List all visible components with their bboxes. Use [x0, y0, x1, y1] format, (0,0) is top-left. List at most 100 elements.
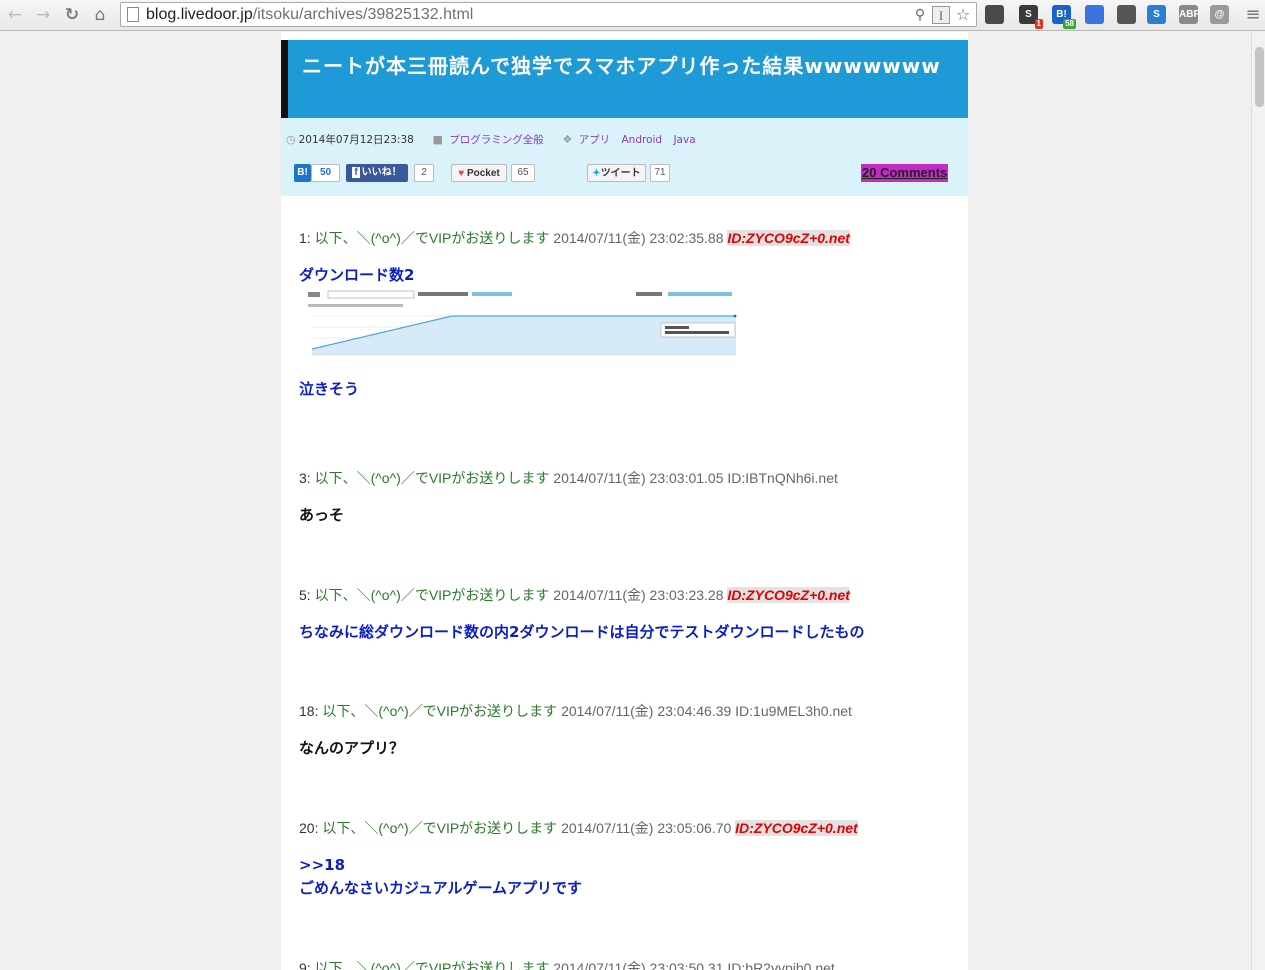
- post-timestamp: 2014/07/11(金) 23:05:06.70: [561, 820, 732, 836]
- reload-icon[interactable]: ↻: [61, 4, 83, 26]
- page-icon: [127, 7, 139, 22]
- back-arrow-icon[interactable]: ←: [4, 4, 26, 26]
- extension-label: ABP: [1179, 9, 1201, 20]
- poster-name: 以下、＼(^o^)／でVIPがお送りします: [314, 587, 550, 603]
- poster-name: 以下、＼(^o^)／でVIPがお送りします: [314, 960, 550, 970]
- page-viewport: ニートが本三冊読んで独学でスマホアプリ作った結果wwwwwww ◷ 2014年07…: [0, 32, 1251, 970]
- extension-label: @: [1214, 9, 1225, 20]
- hatena-bookmark-button[interactable]: B! 50: [294, 164, 340, 182]
- address-bar[interactable]: blog.livedoor.jp/itsoku/archives/3982513…: [120, 2, 977, 27]
- response-text: ちなみに総ダウンロード数の内2ダウンロードは自分でテストダウンロードしたもの: [299, 623, 865, 641]
- search-icon[interactable]: ⚲: [911, 6, 929, 24]
- response-number[interactable]: 9:: [299, 960, 311, 970]
- evernote-icon[interactable]: [985, 5, 1004, 24]
- response-number[interactable]: 1:: [299, 230, 311, 246]
- article: ニートが本三冊読んで独学でスマホアプリ作った結果wwwwwww ◷ 2014年07…: [281, 32, 968, 970]
- meta-area: ◷ 2014年07月12日23:38 ■ プログラミング全般 ❖ アプリ Andr…: [281, 118, 968, 196]
- hatena-bookmark-icon[interactable]: B! 58: [1052, 5, 1076, 29]
- comments-link[interactable]: 20 Comments: [861, 164, 949, 182]
- response-post: 18: 以下、＼(^o^)／でVIPがお送りします 2014/07/11(金) …: [299, 701, 939, 760]
- tag-link[interactable]: Java: [673, 134, 695, 146]
- mail-icon[interactable]: @: [1210, 5, 1229, 24]
- download-stats-image[interactable]: [306, 289, 738, 361]
- facebook-count: 2: [414, 164, 434, 182]
- response-header: 18: 以下、＼(^o^)／でVIPがお送りします 2014/07/11(金) …: [299, 701, 939, 721]
- home-icon[interactable]: ⌂: [89, 4, 111, 26]
- meta-line: ◷ 2014年07月12日23:38 ■ プログラミング全般 ❖ アプリ Andr…: [286, 132, 704, 147]
- response-post: 20: 以下、＼(^o^)／でVIPがお送りします 2014/07/11(金) …: [299, 818, 939, 900]
- chat-icon[interactable]: [1085, 5, 1104, 24]
- forward-arrow-icon[interactable]: →: [32, 4, 54, 26]
- poster-id[interactable]: ID:1u9MEL3h0.net: [735, 703, 852, 719]
- reader-icon[interactable]: I: [932, 6, 950, 24]
- tweet-label: ✦ツイート: [587, 164, 646, 182]
- response-header: 1: 以下、＼(^o^)／でVIPがお送りします 2014/07/11(金) 2…: [299, 228, 939, 248]
- pocket-count: 65: [511, 164, 535, 182]
- response-body: なんのアプリ？: [299, 737, 939, 760]
- response-number[interactable]: 20:: [299, 820, 318, 836]
- url-text: blog.livedoor.jp/itsoku/archives/3982513…: [146, 6, 474, 23]
- abp-icon[interactable]: ABP: [1179, 5, 1201, 24]
- tweet-button[interactable]: ✦ツイート 71: [587, 164, 671, 182]
- title-bar: ニートが本三冊読んで独学でスマホアプリ作った結果wwwwwww: [281, 40, 968, 118]
- response-post: 3: 以下、＼(^o^)／でVIPがお送りします 2014/07/11(金) 2…: [299, 468, 939, 527]
- post-timestamp: 2014/07/11(金) 23:03:50.31: [553, 960, 724, 970]
- article-title: ニートが本三冊読んで独学でスマホアプリ作った結果wwwwwww: [302, 54, 941, 78]
- bookmark-star-icon[interactable]: ☆: [954, 6, 972, 24]
- response-text: ごめんなさいカジュアルゲームアプリです: [299, 879, 583, 897]
- post-timestamp: 2014/07/11(金) 23:04:46.39: [561, 703, 732, 719]
- response-text: ダウンロード数2: [299, 266, 415, 284]
- post-timestamp: 2014/07/11(金) 23:03:23.28: [553, 587, 724, 603]
- image-label: [308, 292, 320, 297]
- response-number[interactable]: 18:: [299, 703, 318, 719]
- response-post: 5: 以下、＼(^o^)／でVIPがお送りします 2014/07/11(金) 2…: [299, 585, 939, 644]
- extension-label: S: [1025, 9, 1032, 20]
- extension-label: S: [1153, 9, 1160, 20]
- response-body: ダウンロード数2: [299, 264, 939, 287]
- response-post: 9: 以下、＼(^o^)／でVIPがお送りします 2014/07/11(金) 2…: [299, 958, 939, 970]
- response-post: 1: 以下、＼(^o^)／でVIPがお送りします 2014/07/11(金) 2…: [299, 228, 939, 398]
- browser-toolbar: ← → ↻ ⌂ blog.livedoor.jp/itsoku/archives…: [0, 0, 1265, 31]
- extension-badge: 1: [1034, 19, 1043, 29]
- category-link[interactable]: プログラミング全般: [449, 134, 544, 146]
- poster-id[interactable]: ID:IBTnQNh6i.net: [727, 470, 838, 486]
- response-header: 9: 以下、＼(^o^)／でVIPがお送りします 2014/07/11(金) 2…: [299, 958, 939, 970]
- vertical-scrollbar[interactable]: [1251, 32, 1265, 970]
- s-blue-icon[interactable]: S: [1147, 5, 1166, 24]
- response-number[interactable]: 5:: [299, 587, 311, 603]
- response-body: ちなみに総ダウンロード数の内2ダウンロードは自分でテストダウンロードしたもの: [299, 621, 939, 644]
- wrench-icon[interactable]: [1117, 5, 1136, 24]
- folder-icon: ■: [432, 133, 443, 146]
- poster-name: 以下、＼(^o^)／でVIPがお送りします: [322, 703, 558, 719]
- facebook-like-label: f いいね！: [346, 164, 408, 182]
- pocket-button[interactable]: ♥ Pocket 65: [451, 164, 537, 182]
- poster-name: 以下、＼(^o^)／でVIPがお送りします: [314, 470, 550, 486]
- poster-name: 以下、＼(^o^)／でVIPがお送りします: [314, 230, 550, 246]
- post-timestamp: 2014/07/11(金) 23:03:01.05: [553, 470, 724, 486]
- post-date: 2014年07月12日23:38: [298, 134, 414, 146]
- hatena-count: 50: [311, 164, 340, 182]
- poster-id[interactable]: ID:ZYCO9cZ+0.net: [735, 820, 858, 836]
- s-extension-icon[interactable]: S1: [1019, 5, 1043, 29]
- response-number[interactable]: 3:: [299, 470, 311, 486]
- scrollbar-thumb[interactable]: [1255, 47, 1264, 107]
- menu-icon[interactable]: ≡: [1242, 4, 1264, 26]
- response-header: 5: 以下、＼(^o^)／でVIPがお送りします 2014/07/11(金) 2…: [299, 585, 939, 605]
- response-text: あっそ: [299, 506, 345, 524]
- facebook-like-button[interactable]: f いいね！ 2: [346, 164, 436, 182]
- hatena-b-icon: B!: [294, 164, 311, 182]
- poster-name: 以下、＼(^o^)／でVIPがお送りします: [322, 820, 558, 836]
- poster-id[interactable]: ID:bR2vvpib0.net: [727, 960, 834, 970]
- response-body: あっそ: [299, 504, 939, 527]
- tag-link[interactable]: アプリ: [579, 134, 611, 146]
- post-timestamp: 2014/07/11(金) 23:02:35.88: [553, 230, 724, 246]
- tag-link[interactable]: Android: [622, 134, 663, 146]
- pocket-label: ♥ Pocket: [451, 164, 507, 182]
- reply-anchor-link[interactable]: >>18: [299, 854, 939, 877]
- image-dropdown: [327, 290, 415, 299]
- poster-id[interactable]: ID:ZYCO9cZ+0.net: [727, 587, 850, 603]
- response-body: >>18 ごめんなさいカジュアルゲームアプリです: [299, 854, 939, 900]
- tag-icon: ❖: [562, 133, 573, 146]
- response-header: 3: 以下、＼(^o^)／でVIPがお送りします 2014/07/11(金) 2…: [299, 468, 939, 488]
- poster-id[interactable]: ID:ZYCO9cZ+0.net: [727, 230, 850, 246]
